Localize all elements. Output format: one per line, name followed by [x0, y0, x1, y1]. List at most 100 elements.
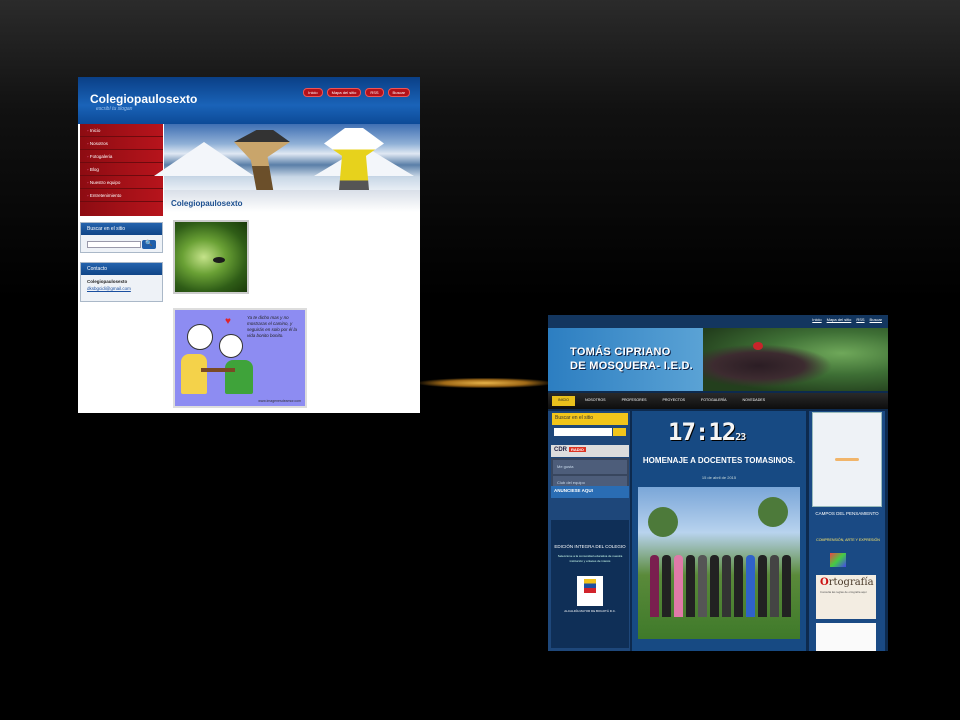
bird-photo	[703, 328, 888, 391]
menu-item-entretenimiento[interactable]: Entretenimiento	[80, 189, 163, 202]
site-title-line-2: DE MOSQUERA- I.E.D.	[570, 360, 694, 372]
left-box-title: EDICIÓN INTEGRA DEL COLEGIO	[554, 544, 626, 549]
menu-item-nosotros[interactable]: Nosotros	[80, 137, 163, 150]
nav-profesores[interactable]: PROFESORES	[616, 396, 653, 406]
cartoon-face-right	[219, 334, 243, 358]
cdr-radio-banner[interactable]: CDR RADIO	[551, 445, 629, 457]
cartoon-face-left	[187, 324, 213, 350]
search-input[interactable]	[87, 241, 141, 248]
cartoon-site: www.imagenesdeamor.com	[258, 399, 301, 403]
alcaldia-label: ALCALDÍA MAYOR DE BOGOTÁ D.C.	[564, 609, 616, 613]
contact-email-link[interactable]: dksbgcidi@gmail.com	[81, 284, 162, 293]
grass-insect-photo[interactable]	[173, 220, 249, 294]
cartoon-quote: Ya te dicho mas y no mostraras el camino…	[247, 315, 298, 338]
search-input[interactable]	[554, 428, 612, 436]
fb-item[interactable]: Me gusta	[553, 460, 627, 474]
nav-novedades[interactable]: NOVEDADES	[737, 396, 772, 406]
clock-seconds: 23	[735, 432, 746, 443]
site-title[interactable]: TOMÁS CIPRIANO DE MOSQUERA- I.E.D.	[570, 345, 693, 373]
site-title-line-1: TOMÁS CIPRIANO	[570, 346, 671, 358]
ortografia-banner[interactable]: Ortografía Consulta las reglas de ortogr…	[816, 575, 876, 619]
top-link-inicio[interactable]: Inicio	[812, 317, 821, 326]
group-photo[interactable]	[638, 487, 800, 639]
contact-name: Colegiopaulosexto	[87, 279, 128, 284]
decorative-gold-line	[420, 378, 550, 388]
top-link-rss[interactable]: RSS	[365, 88, 384, 97]
search-button[interactable]: 🔍	[142, 240, 156, 249]
cartoon-body-left	[181, 354, 207, 394]
ortografia-text: Consulta las reglas de ortografía aquí	[820, 590, 867, 594]
colorful-thumbnail[interactable]	[830, 553, 846, 567]
cdr-badge: RADIO	[569, 447, 586, 452]
person-shape	[662, 555, 671, 617]
person-shape	[698, 555, 707, 617]
top-links-bar: Inicio Mapa del sitio RSS Buscar	[548, 315, 888, 328]
top-link-rss[interactable]: RSS	[856, 317, 864, 326]
top-link-mapa[interactable]: Mapa del sitio	[326, 88, 362, 97]
heart-icon: ♥	[225, 316, 231, 327]
person-shape	[758, 555, 767, 617]
person-shape	[722, 555, 731, 617]
search-box-title: Buscar en el sitio	[81, 223, 162, 235]
person-shape	[770, 555, 779, 617]
header-banner-image	[154, 124, 420, 190]
search-button[interactable]	[613, 428, 626, 436]
page-title: Colegiopaulosexto	[171, 199, 243, 208]
cdr-label: CDR	[554, 447, 567, 453]
tree-shape	[758, 497, 788, 527]
screenshot-colegiopaulosexto: Colegiopaulosexto escribí tu slogan Inic…	[78, 77, 420, 413]
top-link-mapa[interactable]: Mapa del sitio	[827, 317, 852, 326]
nav-nosotros[interactable]: NOSOTROS	[579, 396, 612, 406]
left-box-text: Seleccione a la comunidad educativa de n…	[557, 554, 623, 563]
clock-display: 17:1223	[668, 418, 746, 446]
site-header: TOMÁS CIPRIANO DE MOSQUERA- I.E.D.	[548, 328, 888, 391]
person-shape	[650, 555, 659, 617]
search-box: Buscar en el sitio 🔍	[80, 222, 163, 253]
cartoon-body-right	[225, 360, 253, 394]
clock-time: 17:12	[668, 418, 736, 446]
person-shape	[782, 555, 791, 617]
person-shape	[674, 555, 683, 617]
cartoon-table	[201, 368, 235, 372]
nav-inicio[interactable]: INICIO	[552, 396, 575, 406]
loading-bar	[835, 458, 859, 461]
contact-box-title: Contacto	[81, 263, 162, 275]
nav-proyectos[interactable]: PROYECTOS	[657, 396, 692, 406]
ads-banner[interactable]: ANUNCIESE AQUI	[551, 486, 629, 498]
insect-shape	[213, 257, 225, 263]
menu-item-fotogaleria[interactable]: Fotogaleria	[80, 150, 163, 163]
left-info-box: EDICIÓN INTEGRA DEL COLEGIO Seleccione a…	[551, 520, 629, 648]
person-shape	[746, 555, 755, 617]
ortografia-initial: O	[820, 577, 829, 588]
comprension-title[interactable]: COMPRENSIÓN, ARTE Y EXPRESIÓN	[814, 538, 882, 543]
article-title[interactable]: HOMENAJE A DOCENTES TOMASINOS.	[636, 456, 802, 465]
menu-item-equipo[interactable]: Nuestro equipo	[80, 176, 163, 189]
article-date: 15 de abril de 2015	[701, 475, 737, 480]
right-white-widget	[812, 412, 882, 507]
bogota-crest-icon[interactable]	[577, 576, 603, 606]
person-shape	[710, 555, 719, 617]
top-links: Inicio Mapa del sitio RSS Buscar	[303, 88, 410, 97]
contact-box: Contacto Colegiopaulosexto dksbgcidi@gma…	[80, 262, 163, 302]
top-link-buscar[interactable]: Buscar	[870, 317, 882, 326]
campos-title: CAMPOS DEL PENSAMIENTO	[815, 511, 879, 516]
site-title[interactable]: Colegiopaulosexto	[90, 92, 197, 106]
cartoon-image[interactable]: ♥ Ya te dicho mas y no mostraras el cami…	[173, 308, 307, 408]
nav-fotogaleria[interactable]: FOTOGALERÍA	[695, 396, 733, 406]
main-nav: INICIO NOSOTROS PROFESORES PROYECTOS FOT…	[548, 393, 888, 409]
search-title: Buscar en el sitio	[552, 413, 628, 425]
menu-item-inicio[interactable]: Inicio	[80, 124, 163, 137]
side-menu: Inicio Nosotros Fotogaleria Blog Nuestro…	[80, 124, 163, 216]
person-shape	[686, 555, 695, 617]
person-shape	[734, 555, 743, 617]
sketch-thumbnail[interactable]	[816, 623, 876, 651]
top-link-buscar[interactable]: Buscar	[387, 88, 410, 97]
menu-item-blog[interactable]: Blog	[80, 163, 163, 176]
site-slogan: escribí tu slogan	[96, 106, 133, 112]
screenshot-tomas-cipriano: Inicio Mapa del sitio RSS Buscar TOMÁS C…	[548, 315, 888, 651]
ortografia-rest: rtografía	[828, 577, 874, 588]
ortografia-word: Ortografía	[816, 575, 876, 590]
site-header: Colegiopaulosexto escribí tu slogan Inic…	[78, 77, 420, 124]
tree-shape	[648, 507, 678, 537]
top-link-inicio[interactable]: Inicio	[303, 88, 323, 97]
